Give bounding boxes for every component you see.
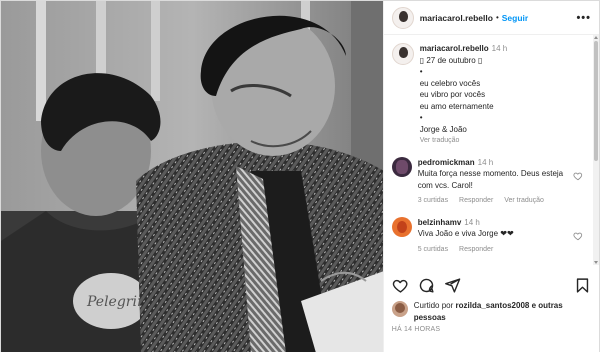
- scroll-up-arrow[interactable]: [594, 36, 598, 39]
- caption-avatar[interactable]: [391, 43, 414, 65]
- post-sidebar: mariacarol.rebello • Seguir ••• mariacar…: [382, 1, 599, 352]
- profile-avatar[interactable]: [391, 6, 414, 29]
- scrollbar[interactable]: [593, 35, 599, 265]
- comment-avatar[interactable]: [391, 216, 412, 237]
- liked-by: Curtido por rozilda_santos2008 e outras …: [391, 300, 591, 323]
- heart-icon[interactable]: [392, 277, 409, 294]
- scrollbar-thumb[interactable]: [594, 41, 598, 161]
- comment-time: 14 h: [477, 157, 494, 167]
- comment-text: Viva João e viva Jorge ❤❤: [417, 229, 514, 238]
- svg-text:Pelegrin: Pelegrin: [86, 294, 146, 310]
- comment-likes[interactable]: 5 curtidas: [418, 246, 448, 253]
- comment-time: 14 h: [464, 217, 480, 227]
- comment-likes[interactable]: 3 curtidas: [418, 197, 448, 204]
- post-photo[interactable]: Pelegrin: [1, 1, 383, 352]
- caption-line: eu vibro por vocês: [419, 90, 486, 99]
- caption-line: eu amo eternamente: [419, 101, 494, 111]
- comment-body: belzinhamv 14 h Viva João e viva Jorge ❤❤…: [418, 217, 568, 256]
- caption-line: ▯ 27 de outubro ▯: [419, 55, 483, 65]
- comment-item: pedromickman 14 h Muita força nesse momen…: [391, 156, 585, 207]
- liked-by-text: Curtido por rozilda_santos2008 e outras …: [414, 300, 591, 323]
- comment-translate-link[interactable]: Ver tradução: [504, 197, 544, 204]
- liked-by-user[interactable]: rozilda_santos2008: [456, 301, 530, 310]
- bookmark-icon[interactable]: [574, 277, 591, 294]
- comment-reply-button[interactable]: Responder: [459, 246, 493, 253]
- caption-username[interactable]: mariacarol.rebello: [420, 44, 489, 53]
- more-options-icon[interactable]: •••: [576, 12, 591, 24]
- post-header: mariacarol.rebello • Seguir •••: [383, 1, 599, 35]
- comment-username[interactable]: belzinhamv: [418, 218, 462, 227]
- comment-avatar[interactable]: [391, 156, 412, 177]
- caption-line: Jorge & João: [419, 124, 467, 134]
- caption-line: eu celebro vocês: [419, 78, 481, 88]
- post-timestamp[interactable]: HÁ 14 HORAS: [392, 326, 441, 333]
- header-separator: •: [495, 13, 499, 22]
- comment-body: pedromickman 14 h Muita força nesse momen…: [418, 157, 568, 207]
- comment-item: belzinhamv 14 h Viva João e viva Jorge ❤❤…: [391, 216, 585, 256]
- caption-line: •: [419, 67, 423, 76]
- caption-body: mariacarol.rebello 14 h ▯ 27 de outubro ▯…: [420, 43, 508, 147]
- share-icon[interactable]: [444, 277, 461, 294]
- caption-line: •: [419, 113, 423, 122]
- comment-heart-icon[interactable]: [573, 231, 583, 241]
- post-image: Pelegrin: [1, 1, 383, 352]
- scroll-down-arrow[interactable]: [594, 261, 598, 264]
- liked-by-prefix: Curtido por: [413, 301, 454, 310]
- liked-by-avatar[interactable]: [391, 301, 408, 317]
- comment-meta: 3 curtidas Responder Ver tradução: [418, 195, 568, 207]
- comment-heart-icon[interactable]: [573, 171, 583, 181]
- comment-meta: 5 curtidas Responder: [418, 244, 568, 256]
- follow-button[interactable]: Seguir: [502, 13, 528, 23]
- caption: mariacarol.rebello 14 h ▯ 27 de outubro ▯…: [391, 43, 585, 147]
- comment-text: Muita força nesse momento. Deus esteja c…: [417, 169, 564, 190]
- see-translation-link[interactable]: Ver tradução: [420, 135, 508, 147]
- action-bar: [392, 275, 591, 295]
- instagram-post: Pelegrin mariacarol.rebello • Seguir •••: [0, 0, 600, 352]
- comment-icon[interactable]: [418, 277, 435, 294]
- header-username[interactable]: mariacarol.rebello: [420, 13, 493, 23]
- caption-time: 14 h: [491, 44, 508, 53]
- comment-username[interactable]: pedromickman: [418, 158, 475, 167]
- comments-scroll-area[interactable]: mariacarol.rebello 14 h ▯ 27 de outubro ▯…: [384, 35, 593, 265]
- comment-reply-button[interactable]: Responder: [459, 197, 493, 204]
